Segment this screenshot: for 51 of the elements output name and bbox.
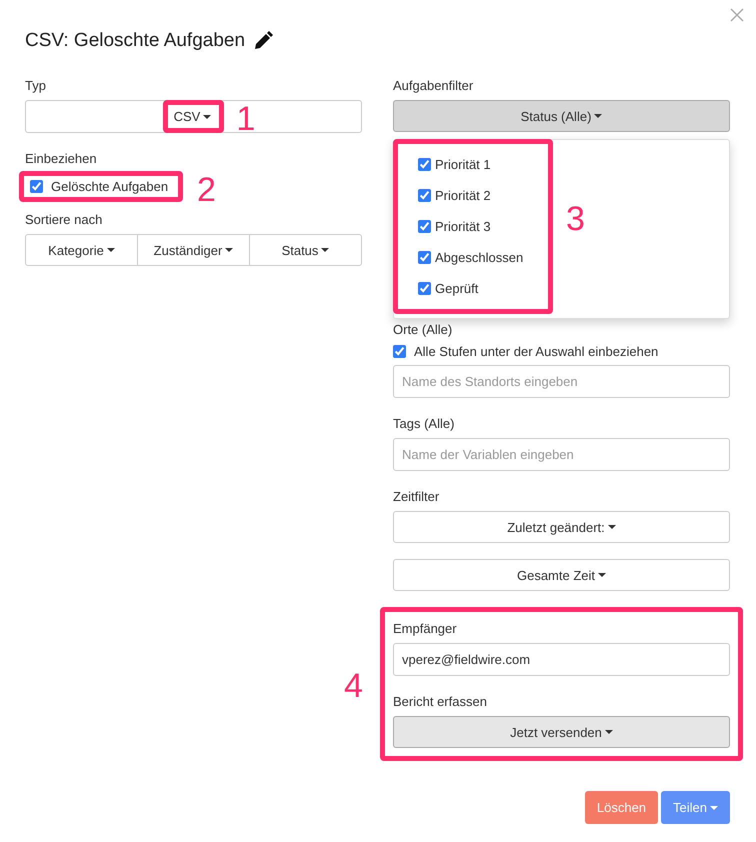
caret-icon [594,114,602,118]
type-dropdown[interactable]: CSV [168,105,220,128]
dialog-title: CSV: Geloschte Aufgaben [25,30,246,52]
field-label: Einbeziehen [25,151,97,167]
type-field[interactable]: CSV 1 [25,100,362,133]
field-label: Aufgabenfilter [393,78,474,94]
menu-item[interactable]: Priorität 3 [435,219,491,234]
caret-icon [203,114,212,118]
menu-item[interactable]: Abgeschlossen [435,250,524,265]
field-label: Tags (Alle) [393,416,454,432]
field-label: Sortiere nach [25,212,102,228]
callout-number: 3 [566,202,585,236]
callout-number: 4 [344,669,363,703]
menu-item[interactable]: Priorität 1 [435,157,491,172]
field-label: Typ [25,78,46,94]
callout-number: 1 [236,102,256,136]
checkbox[interactable] [393,345,406,358]
menu-item[interactable]: Priorität 2 [435,188,491,203]
callout-number: 2 [197,173,216,207]
field-label: Empfänger [393,621,457,637]
location-field[interactable]: Name des Standorts eingeben [393,365,730,398]
sort-button[interactable]: Kategorie [25,234,138,266]
send-dropdown[interactable]: Jetzt versenden [393,716,730,748]
recipient-field[interactable]: vperez@fieldwire.com [393,643,730,676]
checkbox[interactable] [418,251,431,264]
time-dropdown[interactable]: Gesamte Zeit [393,559,730,591]
time-dropdown[interactable]: Zuletzt geändert: [393,511,730,543]
checkbox-label: Gelöschte Aufgaben [51,179,168,194]
checkbox[interactable] [418,189,431,202]
sort-button[interactable]: Status [250,234,362,266]
caret-icon [106,248,115,252]
caret-icon [710,806,718,810]
checkbox[interactable] [30,180,43,193]
caret-icon [225,248,234,252]
field-label: Zeitfilter [393,489,440,505]
pencil-icon[interactable] [253,31,274,51]
menu-item[interactable]: Geprüft [435,281,478,296]
caret-icon [598,573,606,577]
field-label: Orte (Alle) [393,322,452,338]
caret-icon [321,248,330,252]
close-icon[interactable] [730,8,744,22]
checkbox[interactable] [418,158,431,171]
checkbox[interactable] [418,282,431,295]
tags-field[interactable]: Name der Variablen eingeben [393,438,730,471]
field-label: Bericht erfassen [393,694,487,710]
checkbox[interactable] [418,220,431,233]
caret-icon [608,525,616,529]
caret-icon [604,730,613,734]
sort-button[interactable]: Zuständiger [138,234,250,266]
status-dropdown[interactable]: Status (Alle) [393,100,730,132]
checkbox-label: Alle Stufen unter der Auswahl einbeziehen [414,344,658,359]
